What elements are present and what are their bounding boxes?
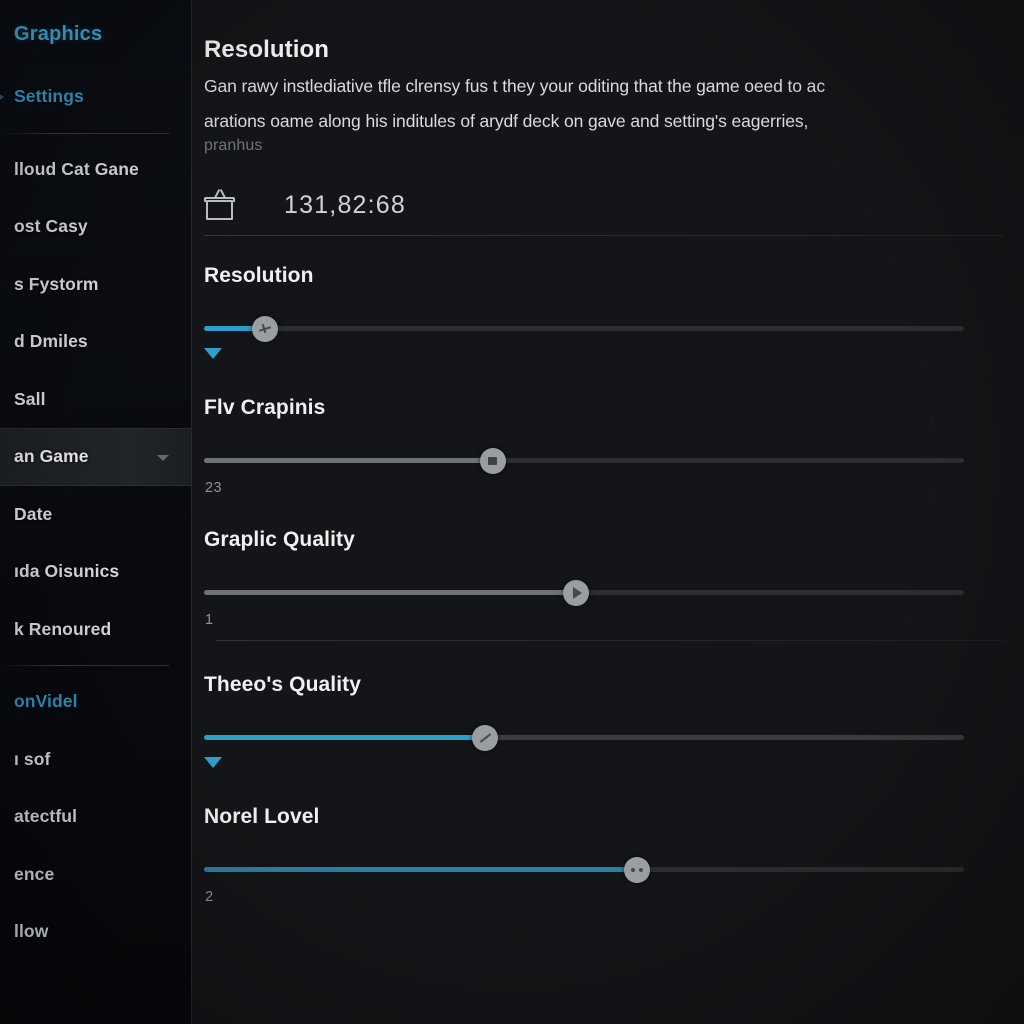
sidebar-item-sall[interactable]: Sall [0, 371, 191, 429]
sidebar-item-label: ost Casy [14, 216, 88, 237]
setting-resolution: Resolution [192, 236, 1024, 359]
sidebar-item-label: an Game [14, 446, 89, 467]
sidebar-item-label: ıda Oisunics [14, 561, 120, 582]
sidebar-item-atectful[interactable]: atectful [0, 788, 191, 846]
stop-square-icon [488, 457, 498, 465]
gift-box-icon [204, 189, 236, 221]
setting-label: Flv Crapinis [204, 396, 326, 419]
sidebar-item-ida-oisunics[interactable]: ıda Oisunics [0, 543, 191, 601]
theeos-quality-slider[interactable] [204, 725, 964, 751]
sidebar-item-ost-casy[interactable]: ost Casy [0, 198, 191, 256]
sidebar-item-d-dmiles[interactable]: d Dmiles [0, 313, 191, 371]
setting-value: 1 [205, 612, 214, 628]
sidebar-item-label: ence [14, 863, 55, 884]
setting-flv-crapinis: Flv Crapinis 23 [192, 342, 1024, 496]
slider-thumb-play-icon[interactable] [563, 580, 590, 606]
play-icon [572, 587, 582, 599]
page-header: Resolution Gan rawy instlediative tfle c… [192, 0, 1024, 155]
app-window: Graphics Settings lloud Cat Gane ost Cas… [0, 0, 1024, 1024]
plane-icon [259, 323, 271, 335]
sidebar-item-k-renoured[interactable]: k Renoured [0, 601, 191, 659]
chevron-right-icon [0, 92, 4, 101]
page-title: Resolution [204, 36, 329, 63]
sidebar-item-label: llow [14, 921, 49, 942]
slash-icon [479, 733, 491, 743]
resolution-slider[interactable] [204, 316, 964, 342]
sidebar-item-lloud-cat-gane[interactable]: lloud Cat Gane [0, 141, 191, 199]
sidebar-item-i-sof[interactable]: ı sof [0, 731, 191, 789]
summary-row: 131,82:68 [192, 155, 1024, 229]
sidebar-item-label: atectful [14, 806, 78, 827]
setting-label: Graplic Quality [204, 528, 355, 551]
sidebar: Graphics Settings lloud Cat Gane ost Cas… [0, 0, 192, 1024]
setting-graplic-quality: Graplic Quality 1 [192, 474, 1024, 641]
slider-fill [204, 735, 486, 740]
sidebar-brand-label: Graphics [14, 22, 103, 45]
chevron-down-icon[interactable] [157, 454, 169, 461]
sidebar-item-label: d Dmiles [14, 331, 88, 352]
setting-theeos-quality: Theeo's Quality [192, 641, 1024, 768]
sidebar-item-an-game[interactable]: an Game [0, 428, 191, 486]
page-subnote: pranhus [204, 137, 263, 154]
sidebar-item-label: Sall [14, 388, 46, 409]
setting-label: Norel Lovel [204, 805, 320, 828]
sidebar-item-date[interactable]: Date [0, 486, 191, 544]
two-dots-icon [631, 868, 644, 872]
sidebar-item-s-fystorm[interactable]: s Fystorm [0, 256, 191, 314]
sidebar-item-label: k Renoured [14, 618, 112, 639]
sidebar-item-label: onVidel [14, 691, 78, 712]
slider-thumb-dots-icon[interactable] [624, 857, 651, 883]
setting-label: Theeo's Quality [204, 673, 362, 696]
slider-fill [204, 867, 638, 872]
graplic-quality-slider[interactable] [204, 580, 964, 606]
sidebar-item-label: s Fystorm [14, 273, 99, 294]
sidebar-item-label: ı sof [14, 748, 51, 769]
sidebar-divider-top [2, 132, 169, 134]
sidebar-item-ence[interactable]: ence [0, 846, 191, 904]
sidebar-brand-bar: Graphics [0, 0, 191, 68]
setting-label: Resolution [204, 264, 314, 287]
sidebar-item-onvidel[interactable]: onVidel [0, 673, 191, 731]
slider-thumb-stop-icon[interactable] [479, 448, 506, 474]
slider-fill [204, 590, 577, 595]
main-panel: Resolution Gan rawy instlediative tfle c… [192, 0, 1024, 1024]
setting-norel-lovel: Norel Lovel 2 [192, 751, 1024, 905]
sidebar-item-settings[interactable]: Settings [0, 68, 191, 126]
setting-value: 2 [205, 889, 214, 905]
sidebar-item-label: lloud Cat Gane [14, 158, 139, 179]
page-description-line-1: Gan rawy instlediative tfle clrensy fus … [204, 76, 825, 96]
slider-fill [204, 458, 493, 463]
page-description-line-2: arations oame along his inditules of ary… [204, 111, 809, 131]
sidebar-divider-bottom [2, 665, 169, 666]
norel-lovel-slider[interactable] [204, 857, 964, 883]
slider-thumb-slash-icon[interactable] [472, 725, 499, 751]
sidebar-item-label: Settings [14, 86, 84, 107]
summary-value: 131,82:68 [284, 190, 407, 219]
slider-thumb-plane-icon[interactable] [251, 316, 278, 342]
sidebar-item-llow[interactable]: llow [0, 903, 191, 961]
slider-track[interactable] [204, 326, 964, 331]
sidebar-item-label: Date [14, 503, 53, 524]
flv-crapinis-slider[interactable] [204, 448, 964, 474]
